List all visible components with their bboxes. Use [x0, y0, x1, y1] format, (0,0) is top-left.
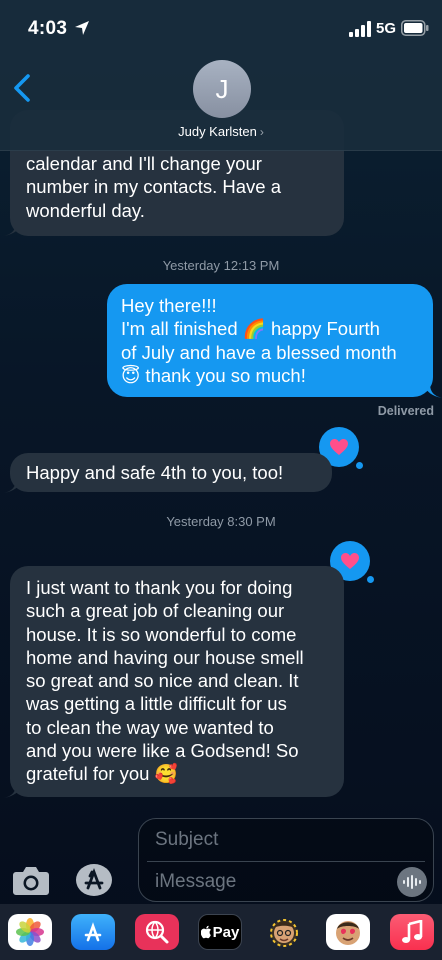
message-bubble-received[interactable]: Happy and safe 4th to you, too! [10, 453, 332, 492]
contact-name-button[interactable]: Judy Karlsten › [0, 124, 442, 139]
bubble-tail [4, 784, 22, 798]
contact-avatar[interactable]: J [193, 60, 251, 118]
apple-pay-app-button[interactable]: Pay [198, 914, 242, 950]
app-drawer: Pay [0, 904, 442, 960]
compose-box[interactable]: Subject iMessage [138, 818, 434, 902]
heart-icon [330, 439, 348, 455]
app-store-app-button[interactable] [71, 914, 115, 950]
message-text: Hey there!!! I'm all finished 🌈 happy Fo… [121, 295, 397, 386]
network-type: 5G [376, 20, 397, 37]
audio-message-button[interactable] [397, 867, 427, 897]
heart-icon [341, 553, 359, 569]
photos-app-button[interactable] [8, 914, 52, 950]
memoji-app-button[interactable] [262, 914, 306, 950]
avatar-initial: J [215, 73, 229, 104]
bubble-tail [4, 222, 22, 236]
web-images-app-button[interactable] [135, 914, 179, 950]
delivered-status: Delivered [377, 404, 434, 418]
bubble-tail [424, 384, 442, 398]
tapback-tail-dot [356, 462, 363, 469]
message-input[interactable]: iMessage [155, 871, 236, 893]
messages-screen: calendar and I'll change your number in … [0, 0, 442, 960]
music-note-icon [402, 920, 423, 943]
camera-icon[interactable] [12, 864, 50, 896]
message-timestamp: Yesterday 8:30 PM [166, 514, 276, 529]
app-store-icon[interactable] [74, 862, 114, 898]
music-app-button[interactable] [390, 914, 434, 950]
chevron-right-icon: › [259, 125, 264, 139]
photos-icon [16, 918, 44, 946]
memoji-face-icon [270, 919, 298, 947]
back-chevron-icon[interactable] [8, 70, 36, 106]
contact-name: Judy Karlsten [178, 124, 257, 139]
message-bubble-sent[interactable]: Hey there!!! I'm all finished 🌈 happy Fo… [107, 284, 433, 397]
subject-input[interactable]: Subject [155, 829, 218, 851]
animoji-app-button[interactable] [326, 914, 370, 950]
tapback-tail-dot [367, 576, 374, 583]
status-bar: 4:03 5G [0, 0, 442, 56]
message-text: I just want to thank you for doing such … [26, 577, 304, 785]
message-bubble-received[interactable]: I just want to thank you for doing such … [10, 566, 344, 797]
battery-icon [401, 20, 429, 36]
waveform-icon [403, 875, 421, 889]
conversation-header: 4:03 5G J Judy Karlsten › [0, 0, 442, 151]
cellular-signal-icon [349, 21, 371, 37]
compose-area: Subject iMessage [0, 814, 442, 904]
message-text: Happy and safe 4th to you, too! [26, 462, 284, 483]
animoji-face-icon [336, 921, 360, 945]
bubble-tail [4, 479, 22, 493]
location-arrow-icon [75, 21, 89, 35]
status-time: 4:03 [28, 18, 68, 39]
apple-logo-icon [200, 925, 211, 939]
message-text: calendar and I'll change your number in … [26, 153, 281, 221]
compose-divider [147, 861, 425, 862]
app-store-logo-icon [84, 922, 102, 942]
globe-search-icon [145, 920, 169, 944]
apple-pay-label: Pay [212, 923, 240, 941]
message-timestamp: Yesterday 12:13 PM [162, 258, 280, 273]
